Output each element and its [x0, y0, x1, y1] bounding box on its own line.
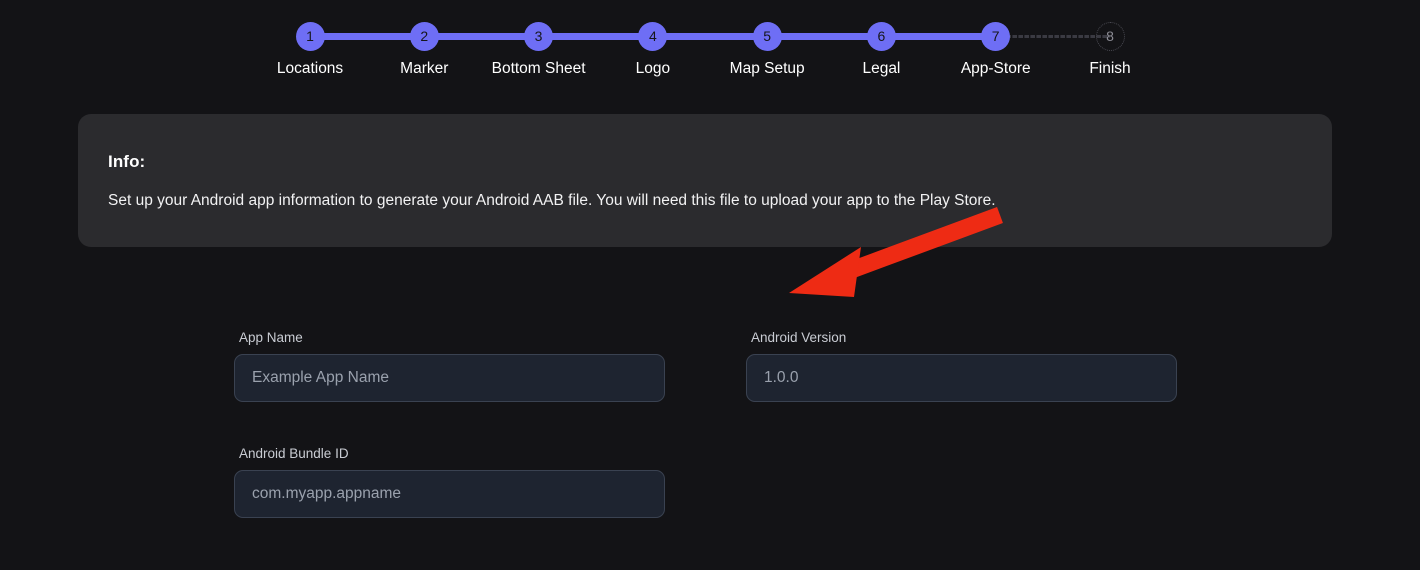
stepper-step-number: 5	[752, 22, 782, 51]
setup-stepper: 1 Locations 2 Marker 3 Bottom Sheet 4 Logo 5 Map …	[0, 0, 1420, 100]
arrow-head	[789, 247, 861, 297]
stepper-connector	[995, 35, 1110, 38]
stepper-connector	[310, 33, 425, 40]
stepper-step-number: 2	[409, 22, 439, 51]
field-label-app-name: App Name	[239, 330, 303, 345]
stepper-track: 1 Locations 2 Marker 3 Bottom Sheet 4 Logo 5 Map …	[277, 22, 1131, 78]
field-android-version: Android Version	[746, 330, 1177, 402]
stepper-step-label: Legal	[862, 60, 901, 77]
stepper-step-number: 7	[981, 22, 1011, 51]
android-version-input[interactable]	[746, 354, 1177, 402]
stepper-step-label: App-Store	[960, 60, 1031, 77]
app-name-input[interactable]	[234, 354, 665, 402]
field-app-name: App Name	[234, 330, 665, 402]
stepper-connector	[538, 33, 653, 40]
stepper-connector	[424, 33, 539, 40]
stepper-connector	[652, 33, 768, 40]
field-label-android-version: Android Version	[751, 330, 847, 345]
stepper-step-number: 8	[1095, 22, 1125, 51]
stepper-connector	[767, 33, 882, 40]
stepper-step-label: Bottom Sheet	[491, 60, 586, 77]
stepper-step-number: 1	[295, 22, 325, 51]
info-card: Info: Set up your Android app informatio…	[78, 114, 1332, 247]
field-android-bundle-id: Android Bundle ID	[234, 446, 665, 518]
stepper-connector	[881, 33, 996, 40]
stepper-step-number: 3	[524, 22, 554, 51]
stepper-step-label: Locations	[276, 60, 344, 77]
stepper-step-label: Logo	[635, 60, 671, 77]
stepper-step-label: Marker	[400, 60, 449, 77]
stepper-step-number: 4	[638, 22, 668, 51]
android-bundle-id-input[interactable]	[234, 470, 665, 518]
info-card-text: Set up your Android app information to g…	[108, 192, 996, 209]
stepper-step-label: Map Setup	[729, 60, 805, 77]
field-label-android-bundle-id: Android Bundle ID	[239, 446, 349, 461]
stepper-step-label: Finish	[1089, 60, 1131, 77]
stepper-step-number: 6	[866, 22, 896, 51]
info-card-title: Info:	[108, 152, 146, 171]
